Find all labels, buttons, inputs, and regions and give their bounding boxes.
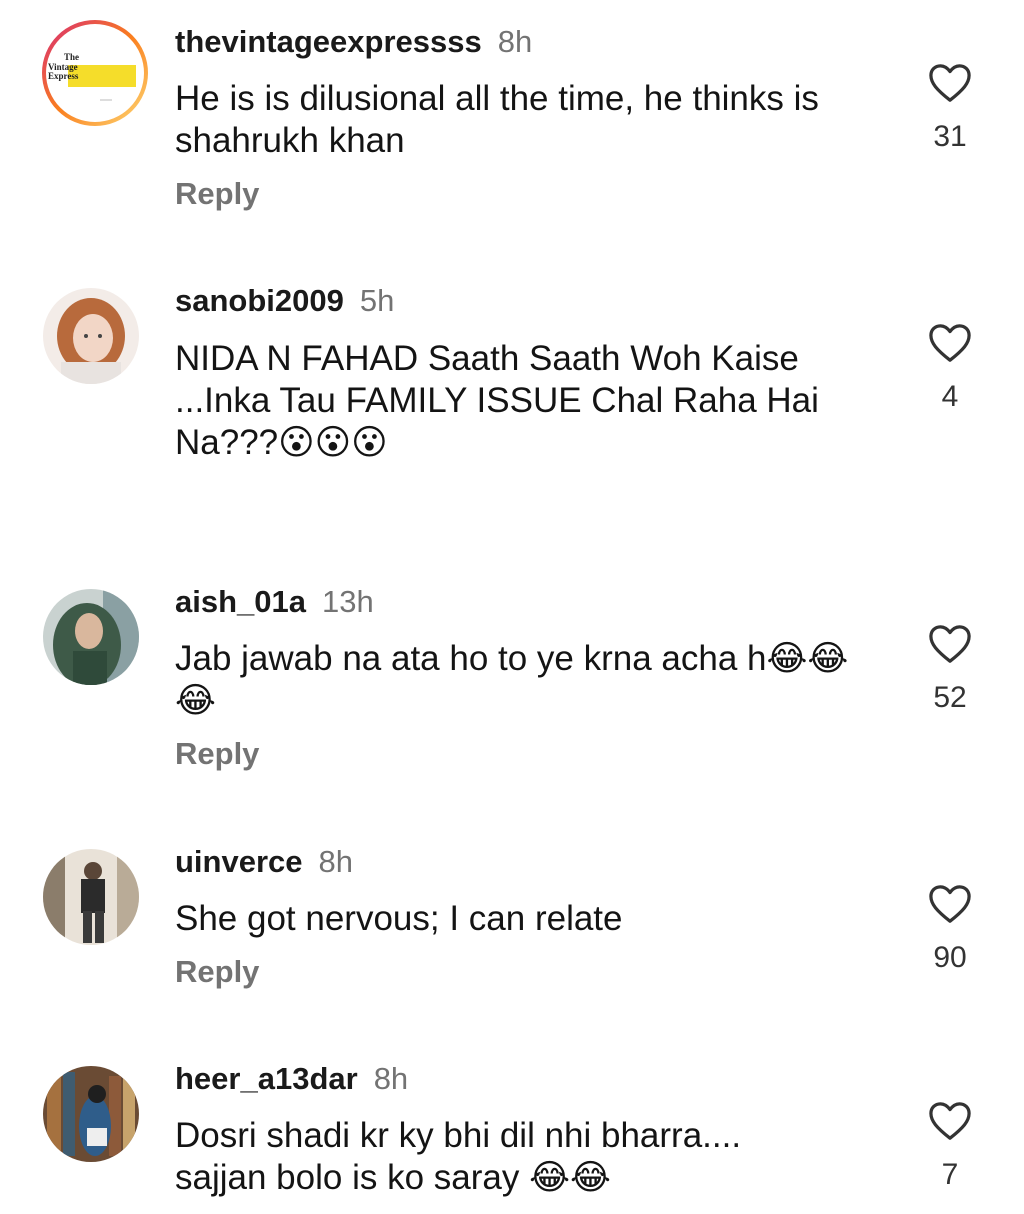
comment-meta: sanobi2009 5h (175, 283, 394, 319)
heart-outline-icon[interactable] (927, 322, 973, 364)
comment-text: NIDA N FAHAD Saath Saath Woh Kaise ...In… (175, 339, 819, 462)
heart-outline-icon[interactable] (927, 623, 973, 665)
comment-text: She got nervous; I can relate (175, 899, 623, 938)
like-count: 7 (941, 1158, 959, 1191)
user-photo (43, 1066, 139, 1162)
reply-button[interactable]: Reply (175, 954, 259, 990)
timestamp: 8h (497, 24, 533, 59)
comment-text: Dosri shadi kr ky bhi dil nhi bharra....… (175, 1116, 742, 1197)
svg-text:Express: Express (48, 71, 79, 81)
like-count: 31 (933, 120, 967, 153)
heart-outline-icon[interactable] (927, 62, 973, 104)
like-control: 31 (924, 62, 976, 154)
heart-outline-icon[interactable] (927, 883, 973, 925)
username-link[interactable]: thevintageexpressss (175, 24, 482, 59)
comment-text: Jab jawab na ata ho to ye krna acha h😂😂😂 (175, 639, 849, 720)
comment-meta: aish_01a 13h (175, 584, 374, 620)
user-photo (43, 288, 139, 384)
svg-text:The: The (64, 52, 79, 62)
like-control: 90 (924, 883, 976, 975)
timestamp: 5h (359, 283, 395, 318)
avatar[interactable] (43, 589, 139, 685)
username-link[interactable]: aish_01a (175, 584, 306, 619)
avatar[interactable] (43, 849, 139, 945)
comment-text: He is is dilusional all the time, he thi… (175, 79, 819, 160)
vintage-express-logo: The Vintage Express (42, 20, 148, 126)
username-link[interactable]: sanobi2009 (175, 283, 344, 318)
like-count: 52 (933, 681, 967, 714)
avatar[interactable] (43, 288, 139, 384)
heart-outline-icon[interactable] (927, 1100, 973, 1142)
avatar[interactable] (43, 1066, 139, 1162)
comment-meta: uinverce 8h (175, 844, 353, 880)
like-count: 4 (941, 380, 959, 413)
like-control: 7 (924, 1100, 976, 1192)
reply-button[interactable]: Reply (175, 736, 259, 772)
comment-meta: heer_a13dar 8h (175, 1061, 408, 1097)
timestamp: 8h (318, 844, 353, 879)
like-control: 52 (924, 623, 976, 715)
user-photo (43, 849, 139, 945)
username-link[interactable]: heer_a13dar (175, 1061, 358, 1096)
timestamp: 8h (373, 1061, 409, 1096)
timestamp: 13h (322, 584, 374, 619)
like-count: 90 (933, 941, 967, 974)
comment-meta: thevintageexpressss 8h (175, 24, 532, 60)
username-link[interactable]: uinverce (175, 844, 303, 879)
reply-button[interactable]: Reply (175, 176, 259, 212)
user-photo (43, 589, 139, 685)
avatar[interactable]: The Vintage Express (40, 18, 150, 128)
like-control: 4 (924, 322, 976, 414)
